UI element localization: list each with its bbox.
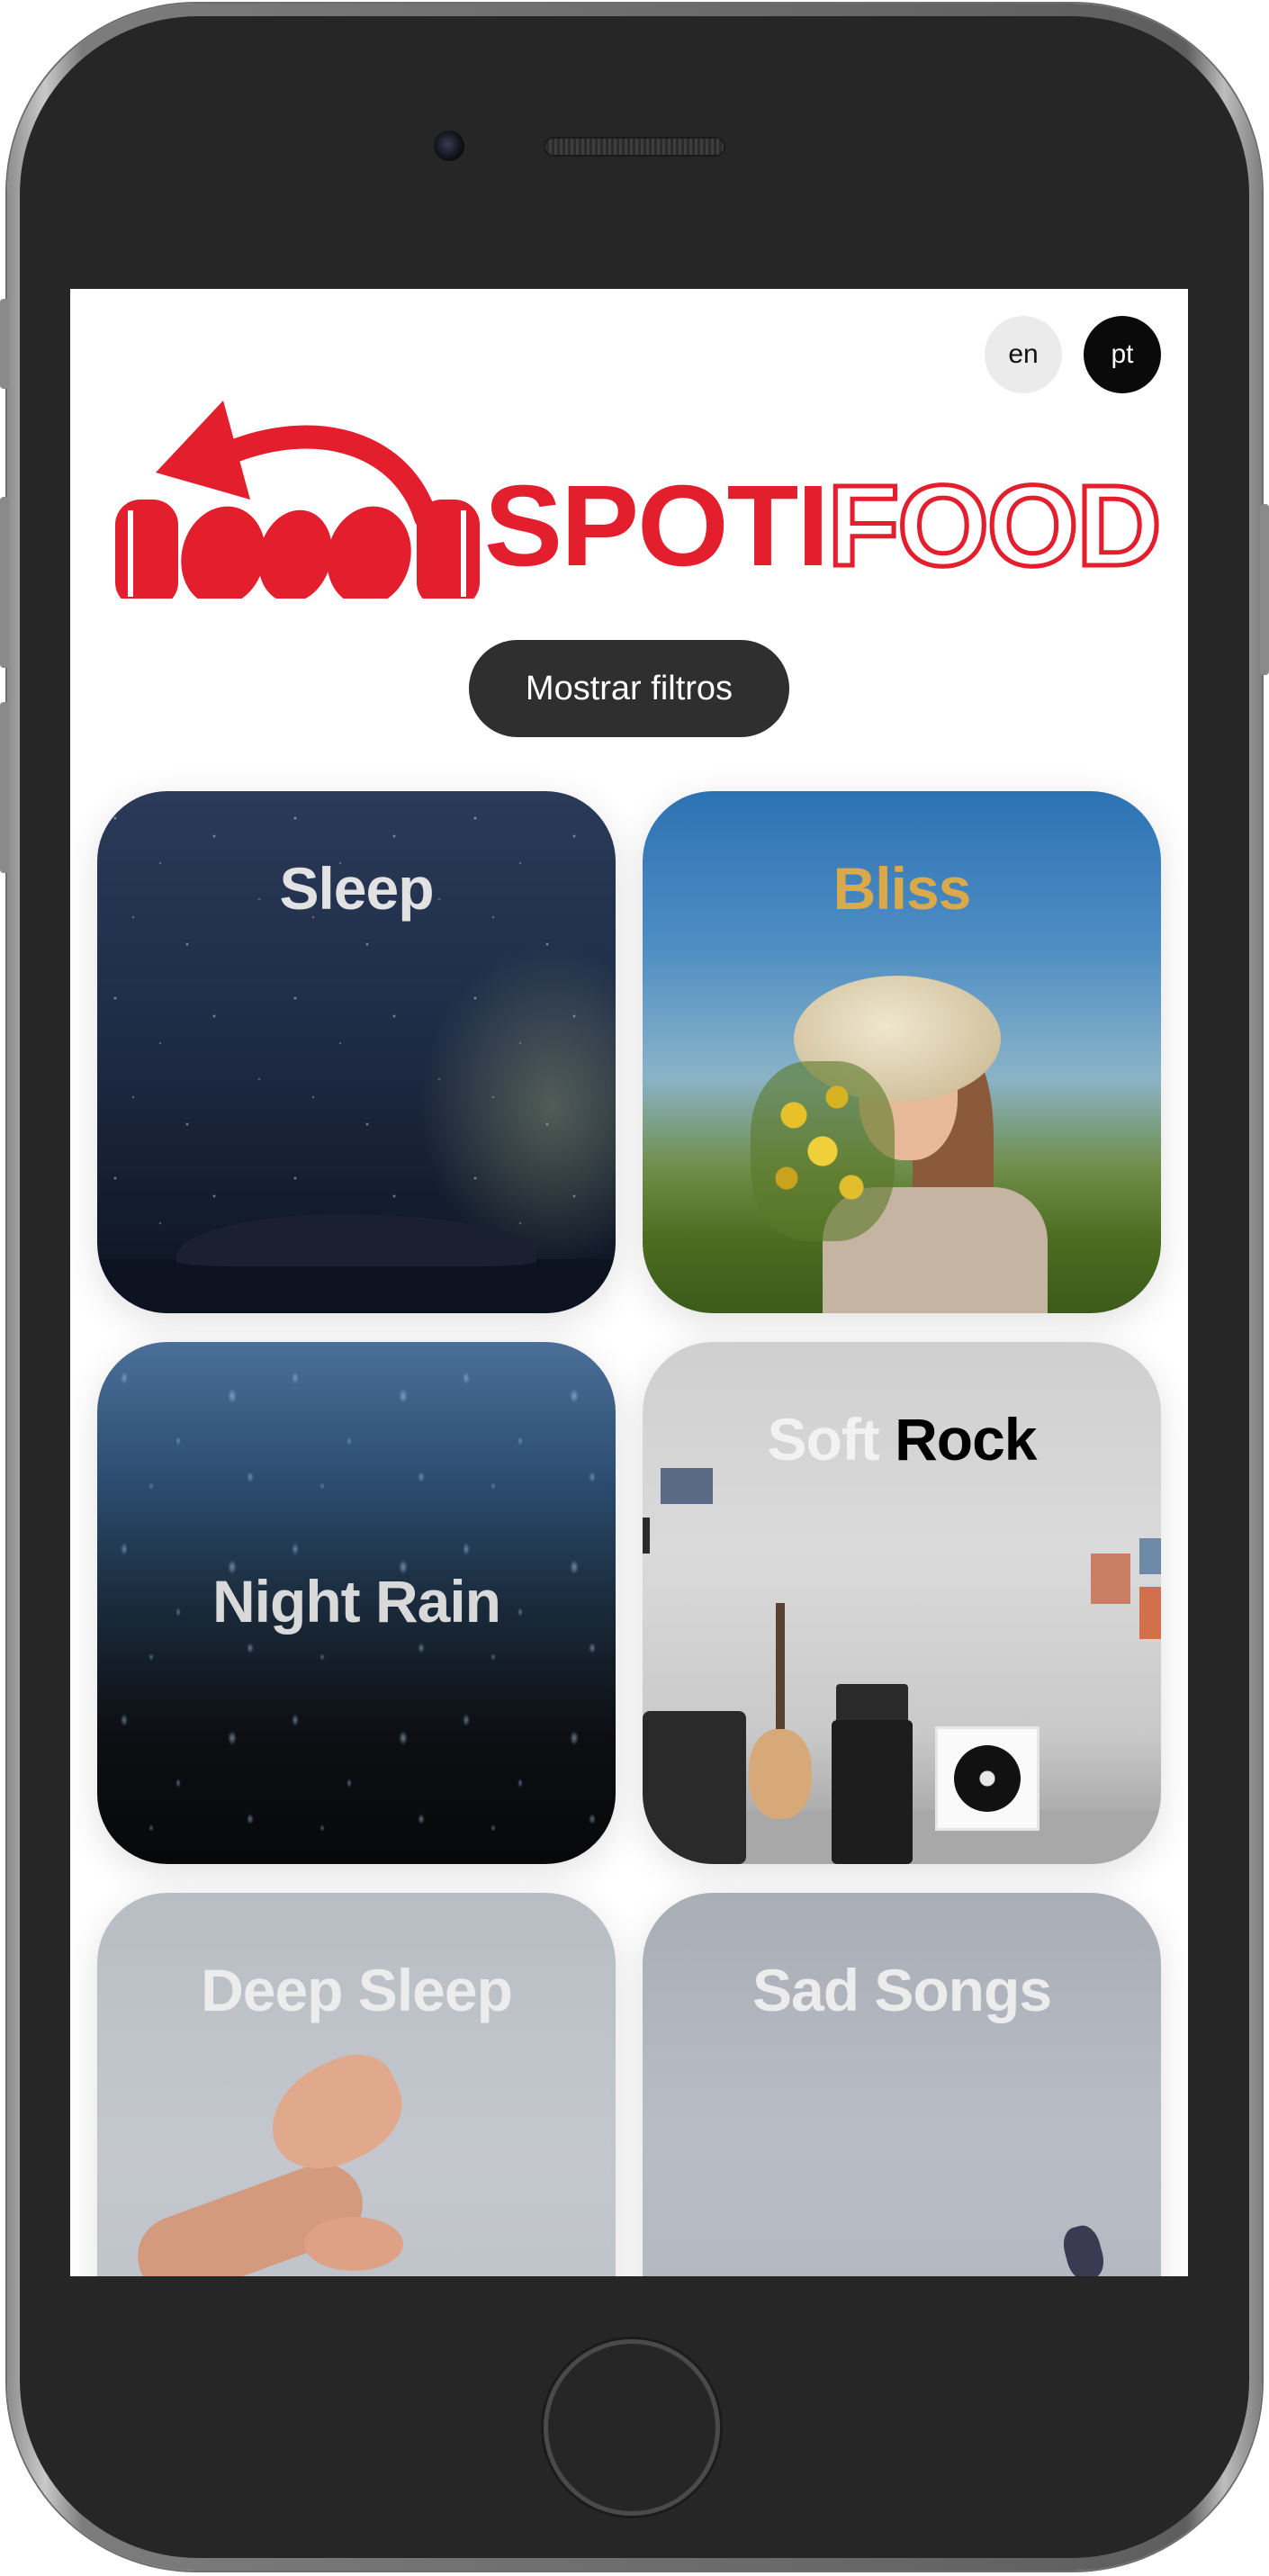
home-button[interactable] — [544, 2339, 720, 2516]
front-camera — [434, 131, 464, 161]
playlist-title: Soft Rock — [643, 1405, 1161, 1473]
playlist-title-part2: Rock — [895, 1406, 1037, 1473]
playlist-title: Deep Sleep — [201, 1957, 513, 2023]
app-screen: en pt SPOTIFOOD Mostrar filtros Sleep Bl… — [70, 289, 1188, 2276]
playlist-card-sleep[interactable]: Sleep — [97, 791, 616, 1313]
playlist-title: Bliss — [832, 855, 972, 922]
power-button — [1260, 504, 1269, 675]
playlist-card-night-rain[interactable]: Night Rain — [97, 1342, 616, 1864]
brand-name-part1: SPOTI — [484, 462, 830, 590]
playlist-card-deep-sleep[interactable]: Deep Sleep — [97, 1893, 616, 2276]
show-filters-button[interactable]: Mostrar filtros — [469, 640, 789, 737]
deep-sleep-cover-image — [97, 1893, 616, 2276]
playlist-title: Night Rain — [212, 1568, 501, 1635]
playlist-card-soft-rock[interactable]: Soft Rock — [643, 1342, 1161, 1864]
earpiece-speaker — [544, 137, 725, 157]
volume-up-button — [0, 497, 9, 668]
playlist-card-bliss[interactable]: Bliss — [643, 791, 1161, 1313]
brand-wordmark: SPOTIFOOD — [484, 466, 1164, 586]
mute-switch — [0, 299, 9, 389]
playlist-title: Sad Songs — [752, 1957, 1052, 2023]
sad-songs-cover-image — [643, 1893, 1161, 2276]
playlist-card-sad-songs[interactable]: Sad Songs — [643, 1893, 1161, 2276]
playlist-title-part1: Soft — [767, 1406, 879, 1473]
playlist-title: Sleep — [279, 855, 434, 922]
volume-down-button — [0, 702, 9, 873]
brand-name-part2: FOOD — [825, 462, 1164, 590]
playlist-grid: Sleep Bliss Night Rain Soft Rock Deep Sl… — [97, 791, 1161, 2276]
